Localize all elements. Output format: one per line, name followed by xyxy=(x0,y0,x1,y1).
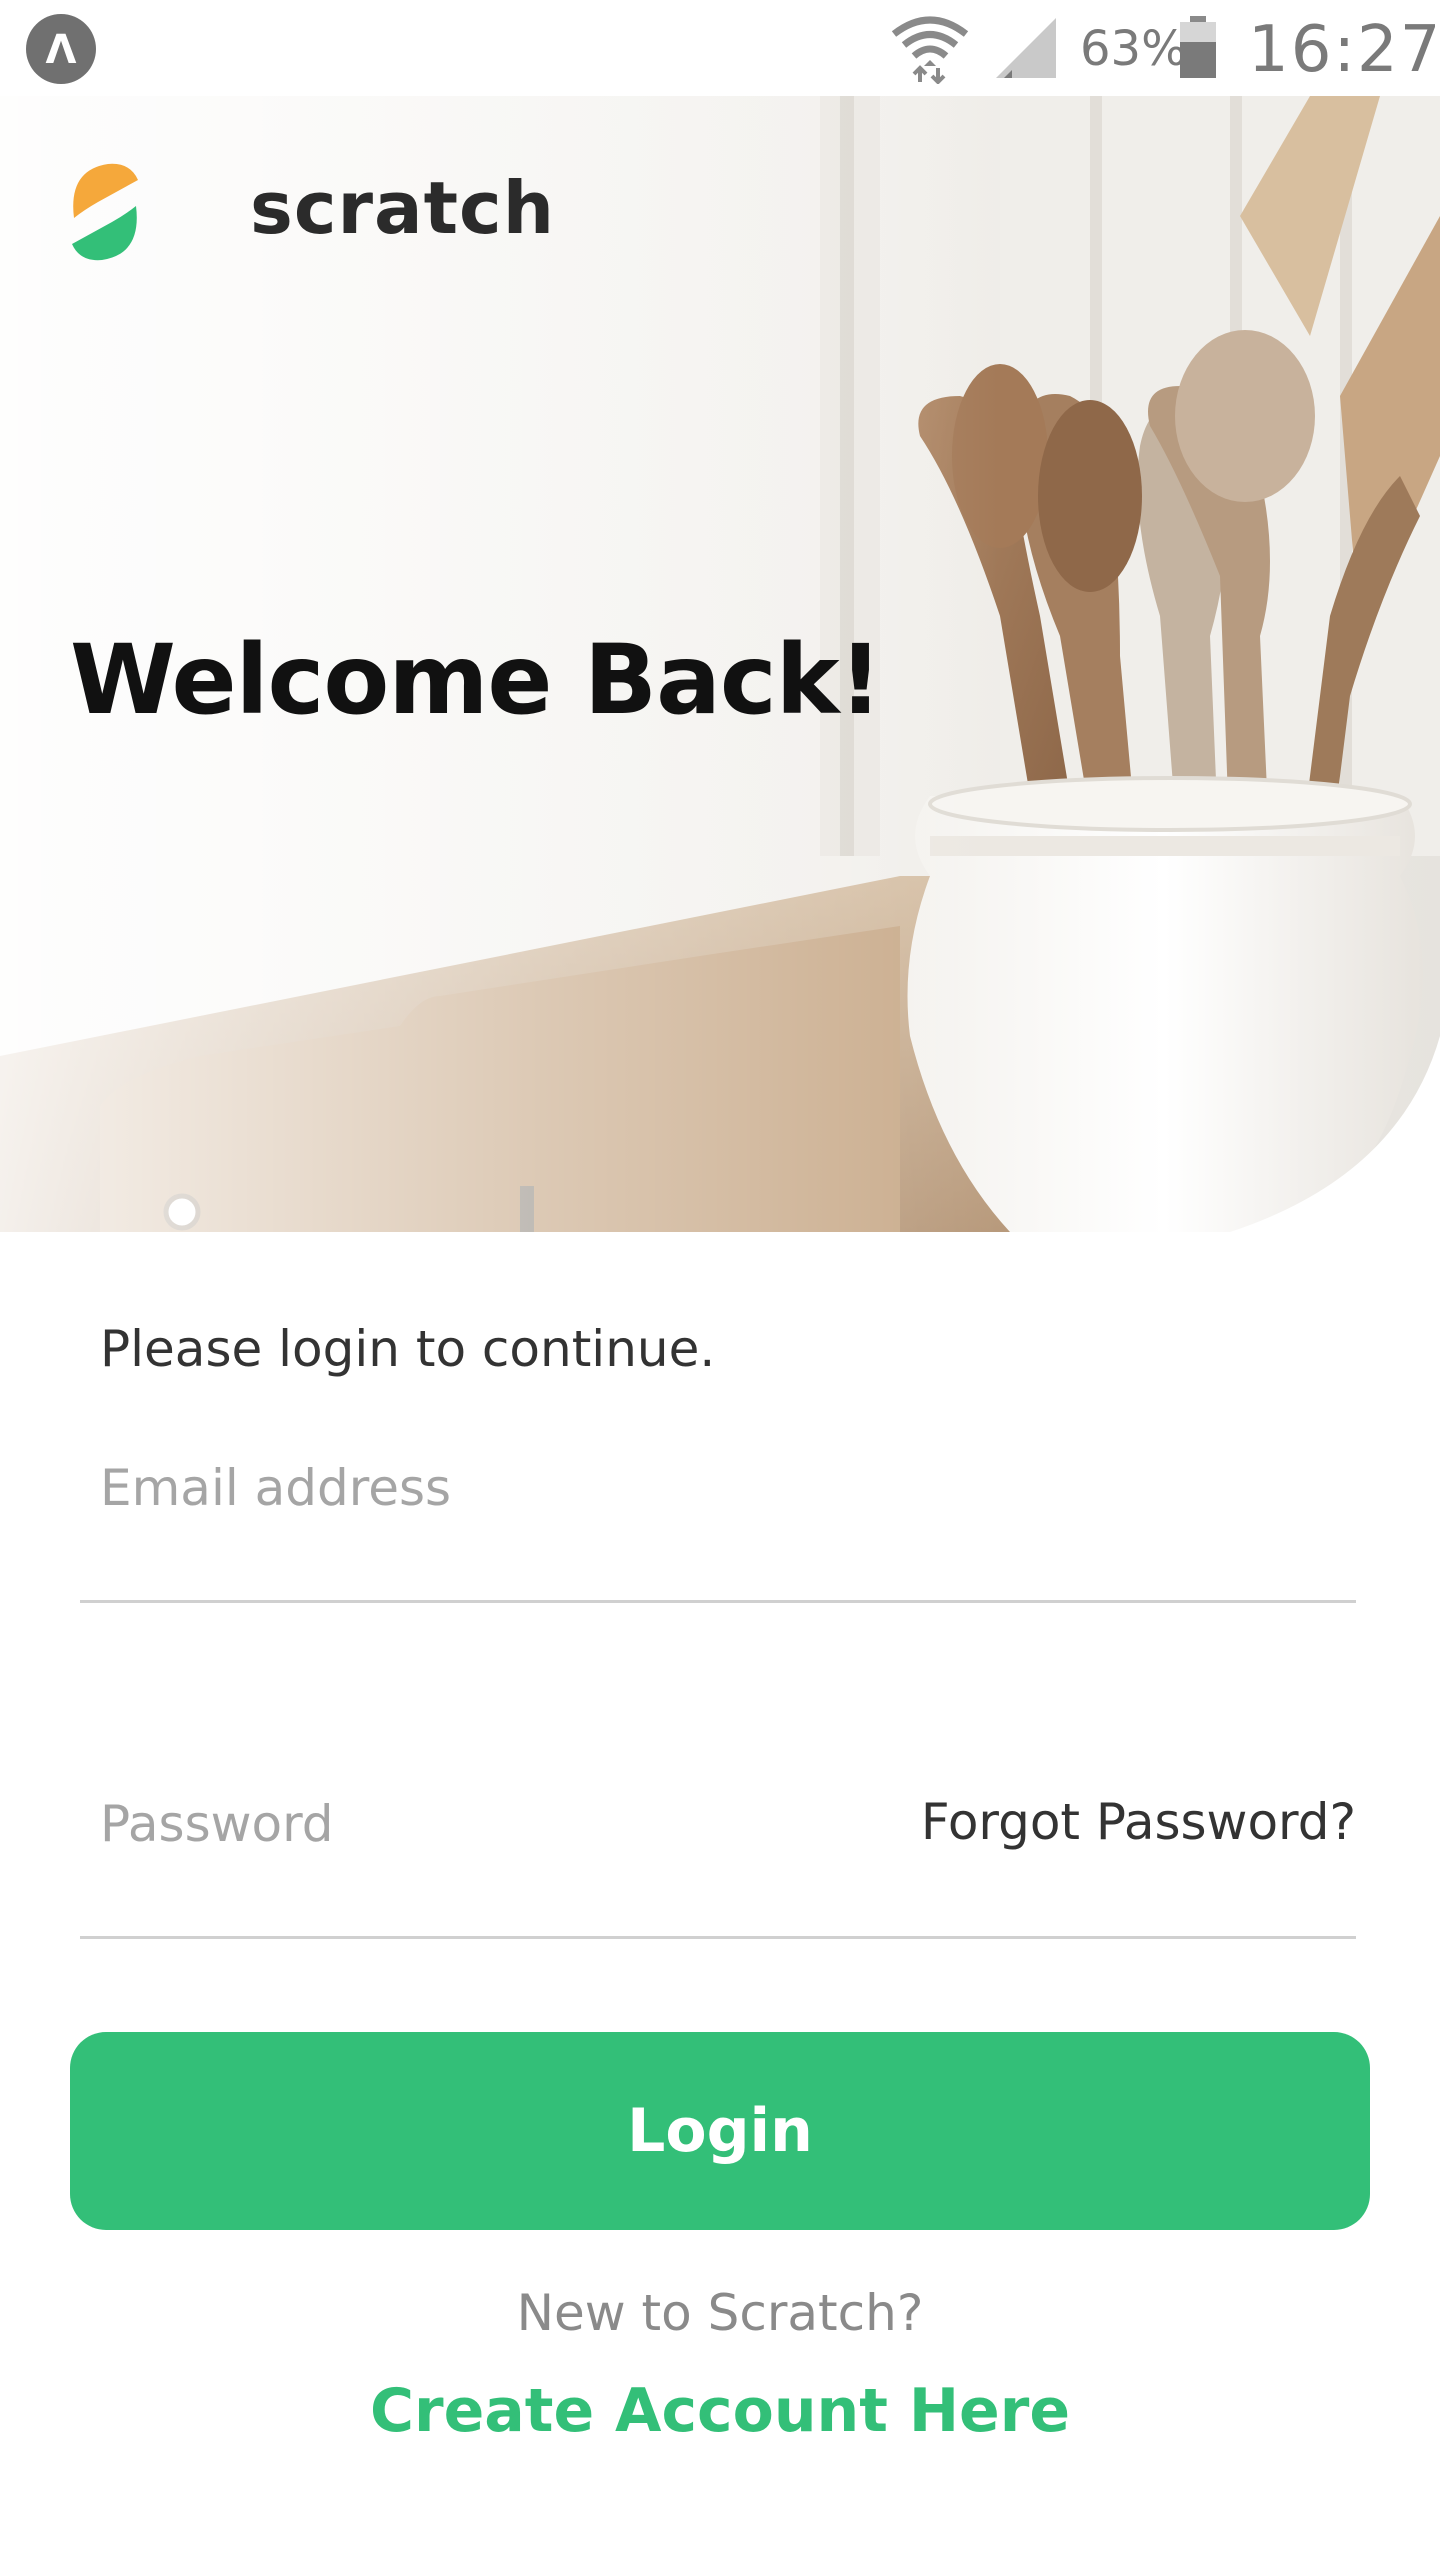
password-field: Forgot Password? xyxy=(80,1776,1356,1939)
app-badge-icon: Λ xyxy=(26,14,96,84)
email-input[interactable] xyxy=(100,1448,1000,1528)
scratch-logo-icon xyxy=(72,163,138,261)
signup-prompt: New to Scratch? xyxy=(516,2284,924,2342)
brand-name: scratch xyxy=(250,166,555,250)
login-intro-text: Please login to continue. xyxy=(100,1320,716,1378)
forgot-password-link[interactable]: Forgot Password? xyxy=(921,1792,1356,1852)
clock: 16:27 xyxy=(1248,13,1440,87)
email-field xyxy=(80,1440,1356,1603)
hero-banner: scratch Welcome Back! xyxy=(0,96,1440,1232)
login-button[interactable]: Login xyxy=(70,2032,1370,2230)
cell-signal-icon xyxy=(996,18,1056,78)
battery-icon xyxy=(1180,16,1216,78)
status-bar: Λ 63% 16:27 xyxy=(0,0,1440,96)
page-title: Welcome Back! xyxy=(70,624,882,736)
create-account-link[interactable]: Create Account Here xyxy=(0,2376,1440,2446)
password-input[interactable] xyxy=(100,1784,1000,1864)
battery-percent: 63% xyxy=(1080,21,1187,77)
wifi-icon xyxy=(891,16,969,84)
